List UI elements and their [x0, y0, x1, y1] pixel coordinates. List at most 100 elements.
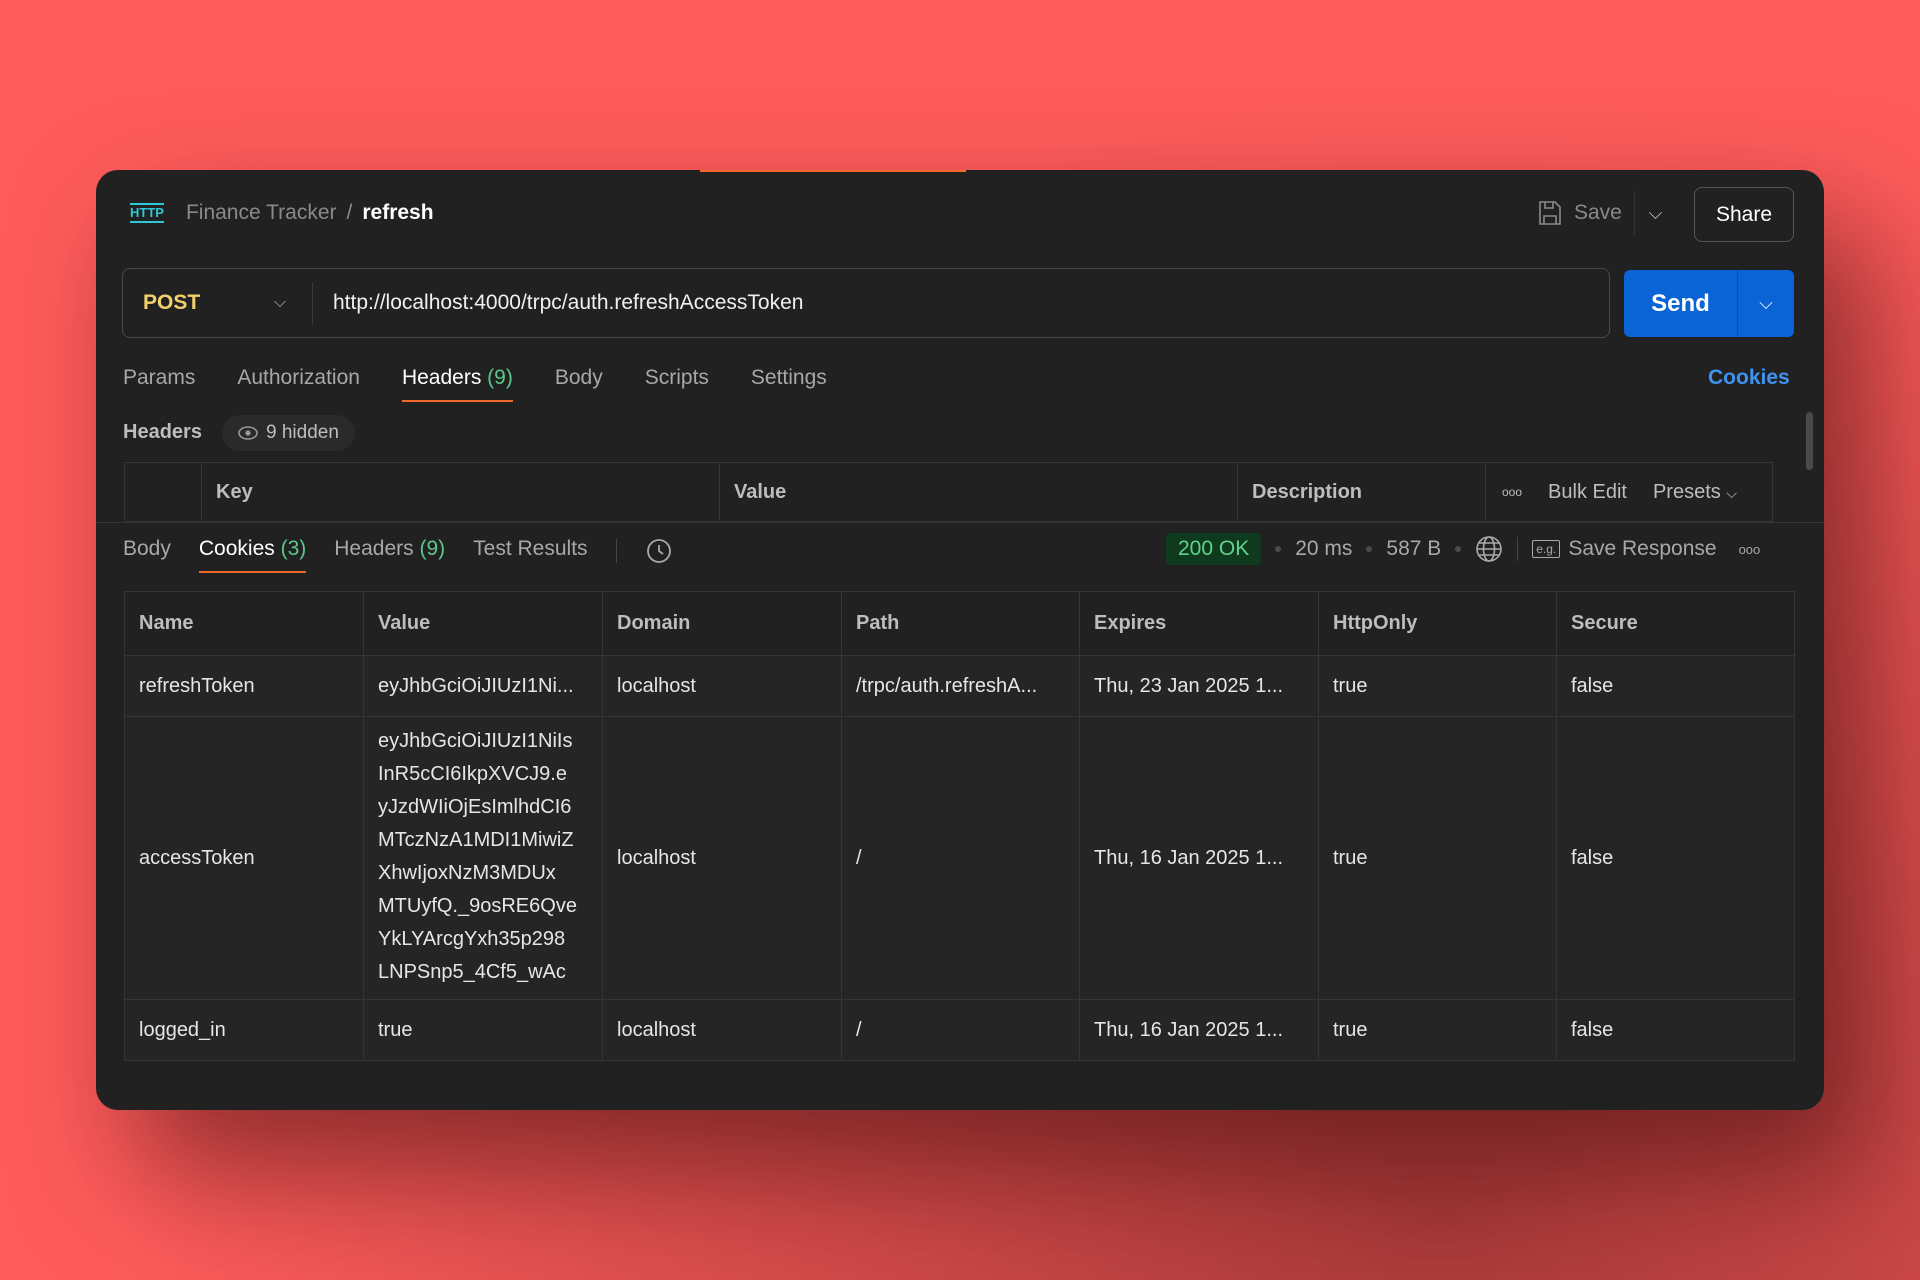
save-dropdown-button[interactable]: ⌵ — [1634, 190, 1676, 236]
cookie-name: refreshToken — [124, 655, 364, 717]
tab-body[interactable]: Body — [555, 366, 603, 402]
headers-label: Headers — [123, 421, 202, 443]
response-time[interactable]: 20 ms — [1295, 537, 1352, 561]
tab-authorization[interactable]: Authorization — [237, 366, 360, 402]
cookie-domain: localhost — [602, 999, 842, 1061]
pane-divider[interactable] — [96, 522, 1824, 523]
tab-label: Cookies — [198, 537, 275, 560]
tab-headers[interactable]: Headers (9) — [401, 366, 513, 402]
save-response-button[interactable]: e.g. Save Response — [1532, 537, 1717, 561]
request-tabs: Params Authorization Headers (9) Body Sc… — [123, 366, 827, 402]
hidden-headers-toggle[interactable]: 9 hidden — [222, 415, 355, 451]
save-label: Save — [1574, 201, 1622, 224]
column-domain: Domain — [602, 591, 842, 656]
share-button[interactable]: Share — [1694, 187, 1794, 242]
column-expires: Expires — [1079, 591, 1319, 656]
cookie-path: / — [841, 716, 1080, 1000]
token-line: MTczNzA1MDI1MiwiZ — [378, 829, 574, 851]
token-line: LNPSnp5_4Cf5_wAc — [378, 961, 566, 983]
column-secure: Secure — [1556, 591, 1795, 656]
url-bar: POST ⌵ http://localhost:4000/trpc/auth.r… — [122, 268, 1610, 338]
send-button[interactable]: Send — [1624, 270, 1738, 337]
tab-label: Headers — [334, 537, 414, 560]
separator-dot — [1366, 546, 1373, 552]
presets-label: Presets — [1652, 480, 1721, 503]
token-line: XhwIjoxNzM3MDUx — [378, 862, 556, 884]
divider — [615, 539, 617, 563]
send-button-group: Send ⌵ — [1624, 270, 1794, 337]
response-tab-body[interactable]: Body — [123, 537, 171, 573]
cookie-expires: Thu, 23 Jan 2025 1... — [1079, 655, 1319, 717]
response-tab-cookies[interactable]: Cookies (3) — [198, 537, 307, 573]
tab-label: Headers — [401, 366, 482, 389]
tab-scripts[interactable]: Scripts — [645, 366, 709, 402]
breadcrumb-request[interactable]: refresh — [362, 201, 433, 225]
column-value: Value — [363, 591, 603, 656]
cookie-secure: false — [1556, 716, 1795, 1000]
table-header-row: Name Value Domain Path Expires HttpOnly … — [124, 591, 1795, 656]
cookie-secure: false — [1556, 655, 1795, 717]
cookie-value: true — [363, 999, 603, 1061]
bulk-edit-button[interactable]: Bulk Edit — [1548, 481, 1627, 504]
tab-count: (9) — [487, 366, 513, 389]
response-tab-headers[interactable]: Headers (9) — [334, 537, 445, 573]
separator-dot — [1275, 546, 1282, 552]
globe-icon[interactable] — [1475, 535, 1503, 563]
token-line: InR5cCI6IkpXVCJ9.e — [378, 763, 567, 785]
token-line: yJzdWIiOjEsImlhdCI6 — [378, 796, 572, 818]
more-icon[interactable]: ooo — [1739, 542, 1761, 557]
cookie-value: eyJhbGciOiJIUzI1Ni... — [363, 655, 603, 717]
tab-settings[interactable]: Settings — [751, 366, 827, 402]
tab-params[interactable]: Params — [123, 366, 195, 402]
divider — [1517, 537, 1519, 561]
column-value: Value — [720, 463, 1238, 521]
cookie-httponly: true — [1318, 716, 1557, 1000]
cookie-domain: localhost — [602, 716, 842, 1000]
token-line: eyJhbGciOiJIUzI1NiIs — [378, 730, 573, 752]
cookie-httponly: true — [1318, 999, 1557, 1061]
url-input[interactable]: http://localhost:4000/trpc/auth.refreshA… — [313, 291, 803, 315]
hidden-count: 9 hidden — [266, 422, 339, 443]
method-value: POST — [143, 291, 201, 314]
status-badge[interactable]: 200 OK — [1166, 533, 1262, 565]
chevron-down-icon: ⌵ — [1759, 293, 1773, 313]
save-button[interactable]: Save — [1538, 200, 1622, 226]
send-dropdown-button[interactable]: ⌵ — [1738, 270, 1794, 337]
response-size[interactable]: 587 B — [1386, 537, 1441, 561]
cookie-name: logged_in — [124, 999, 364, 1061]
table-row: accessToken eyJhbGciOiJIUzI1NiIs InR5cCI… — [124, 716, 1795, 1000]
separator-dot — [1455, 546, 1462, 552]
tab-count: (3) — [280, 537, 307, 560]
chevron-down-icon: ⌵ — [1648, 202, 1663, 223]
checkbox-column — [125, 463, 202, 521]
cookie-expires: Thu, 16 Jan 2025 1... — [1079, 999, 1319, 1061]
presets-dropdown[interactable]: Presets ⌵ — [1653, 481, 1737, 504]
cookies-link[interactable]: Cookies — [1708, 366, 1790, 390]
scrollbar[interactable] — [1806, 412, 1813, 470]
breadcrumb: HTTP Finance Tracker / refresh — [130, 198, 434, 228]
cookie-name: accessToken — [124, 716, 364, 1000]
token-line: MTUyfQ._9osRE6Qve — [378, 895, 577, 917]
example-icon: e.g. — [1532, 540, 1561, 558]
chevron-down-icon: ⌵ — [273, 294, 286, 311]
breadcrumb-collection[interactable]: Finance Tracker — [186, 201, 337, 225]
column-name: Name — [124, 591, 364, 656]
headers-table-header: Key Value Description ooo Bulk Edit Pres… — [124, 462, 1773, 522]
more-icon[interactable]: ooo — [1502, 485, 1522, 499]
cookie-httponly: true — [1318, 655, 1557, 717]
response-tab-test-results[interactable]: Test Results — [473, 537, 587, 573]
cookie-path: / — [841, 999, 1080, 1061]
chevron-down-icon: ⌵ — [1726, 484, 1737, 501]
response-meta: 200 OK 20 ms 587 B e.g. Save Response oo… — [1166, 533, 1760, 565]
table-row: refreshToken eyJhbGciOiJIUzI1Ni... local… — [124, 655, 1795, 717]
cookie-path: /trpc/auth.refreshA... — [841, 655, 1080, 717]
response-tabs: Body Cookies (3) Headers (9) Test Result… — [123, 537, 673, 573]
active-indicator — [700, 170, 966, 172]
cookie-expires: Thu, 16 Jan 2025 1... — [1079, 716, 1319, 1000]
history-icon[interactable] — [645, 537, 673, 565]
column-path: Path — [841, 591, 1080, 656]
method-select[interactable]: POST ⌵ — [123, 282, 313, 324]
column-key: Key — [202, 463, 720, 521]
tab-count: (9) — [419, 537, 446, 560]
column-description: Description — [1238, 463, 1486, 521]
